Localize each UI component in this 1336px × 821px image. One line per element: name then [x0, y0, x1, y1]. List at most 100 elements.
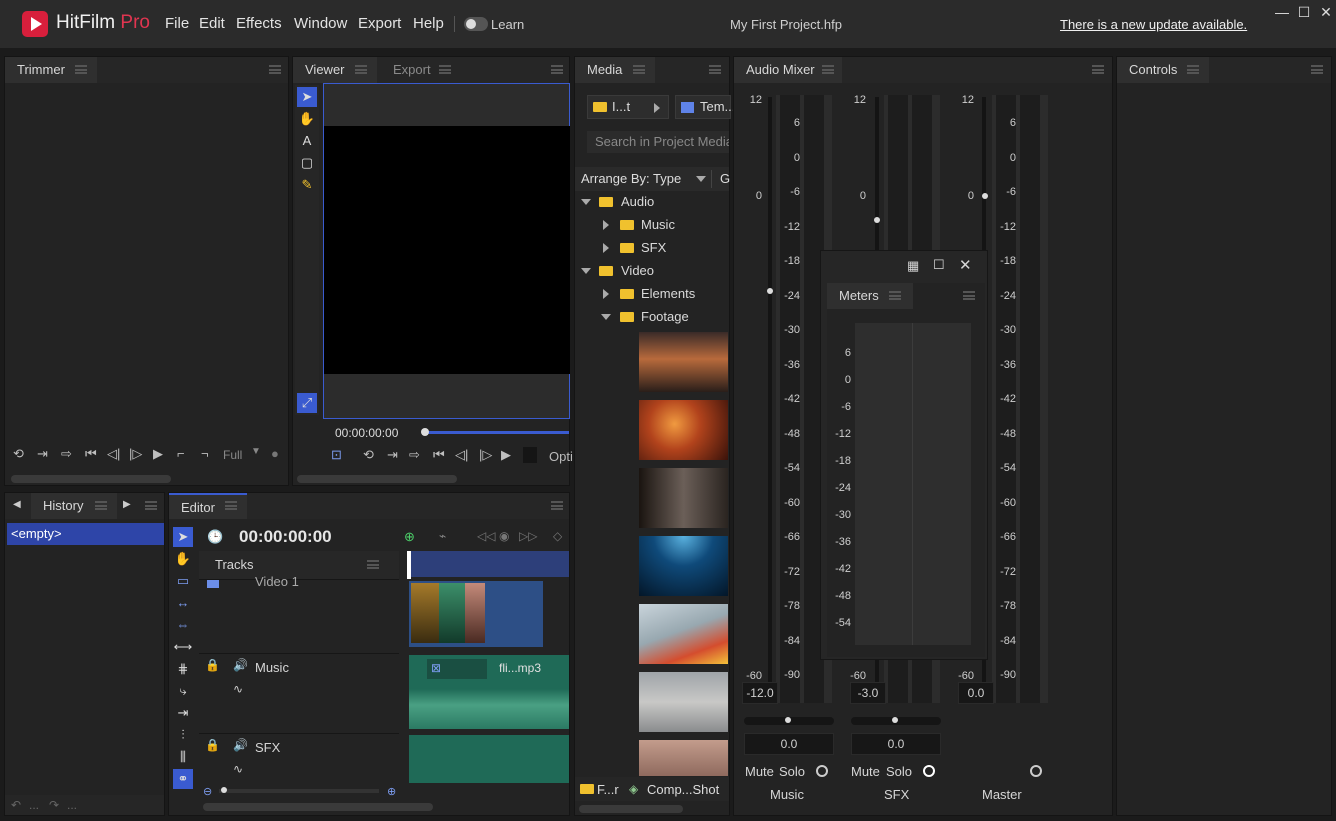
step-forward-icon[interactable]: |▷ [479, 447, 492, 463]
mute-button[interactable]: Mute [851, 764, 880, 779]
motion-path-icon[interactable]: ⤢ [297, 393, 317, 413]
go-start-icon[interactable]: ⏮ [433, 447, 445, 463]
select-tool-icon[interactable]: ➤ [297, 87, 317, 107]
undo-icon[interactable]: ↶ [11, 798, 21, 812]
text-tool-icon[interactable]: A [297, 131, 317, 151]
media-thumbnail[interactable] [639, 536, 728, 596]
zoom-slider[interactable] [219, 789, 379, 793]
roll-tool-icon[interactable]: ⋕ [173, 659, 193, 679]
speaker-icon[interactable]: 🔊 [233, 738, 248, 752]
options-label[interactable]: Opti [549, 449, 573, 464]
snap-icon[interactable]: ⊡ [331, 447, 342, 463]
tree-item-audio[interactable]: Audio [575, 191, 729, 213]
chevron-down-icon[interactable] [581, 268, 591, 274]
redo-label[interactable]: ... [67, 798, 77, 812]
hand-tool-icon[interactable]: ✋ [173, 549, 193, 569]
play-icon[interactable]: ▶ [153, 446, 163, 462]
new-folder-label[interactable]: F...r [597, 782, 619, 797]
redo-icon[interactable]: ↷ [49, 798, 59, 812]
tab-scroll-right-icon[interactable]: ▶ [123, 499, 131, 510]
chevron-right-icon[interactable] [603, 243, 609, 253]
record-arm-radio[interactable] [816, 765, 828, 777]
slip-tool-icon[interactable]: ↔ [173, 593, 193, 613]
mark-out-icon[interactable]: ¬ [201, 446, 209, 461]
tab-menu-icon[interactable] [633, 65, 645, 74]
tree-item-footage[interactable]: Footage [575, 306, 729, 328]
playhead[interactable] [407, 551, 411, 579]
timeline-ruler[interactable] [407, 551, 569, 579]
tab-menu-icon[interactable] [225, 501, 237, 510]
snapping-tool-icon[interactable]: ⫼ [173, 747, 193, 767]
lock-icon[interactable] [207, 580, 219, 588]
step-back-icon[interactable]: ◁| [455, 447, 468, 463]
panel-menu-icon[interactable] [145, 501, 157, 510]
keyframe-icon[interactable]: ◇ [553, 529, 562, 543]
tab-menu-icon[interactable] [889, 291, 901, 300]
prev-keyframe-icon[interactable]: ◁◁ [477, 529, 495, 543]
viewer-scrub-bar[interactable] [423, 431, 569, 434]
chevron-right-icon[interactable] [603, 289, 609, 299]
grid-icon[interactable]: ▦ [907, 258, 919, 274]
quality-select[interactable]: Full [223, 448, 242, 462]
loop-icon[interactable]: ⟲ [13, 446, 24, 462]
zoom-in-icon[interactable]: ⊕ [387, 785, 396, 798]
pen-tool-icon[interactable]: ✎ [297, 175, 317, 195]
fader-handle[interactable] [874, 217, 880, 223]
audio-clip[interactable]: ⊠ fli...mp3 [409, 655, 569, 729]
record-arm-radio[interactable] [1030, 765, 1042, 777]
tree-item-music[interactable]: Music [575, 214, 729, 236]
go-start-icon[interactable]: ⏮ [85, 446, 97, 462]
add-track-icon[interactable]: ⊕ [404, 529, 415, 545]
menu-help[interactable]: Help [413, 15, 444, 32]
track-select-icon[interactable]: ⇥ [173, 703, 193, 723]
zoom-out-icon[interactable]: ⊖ [203, 785, 212, 798]
rectangle-tool-icon[interactable]: ▢ [297, 153, 317, 173]
pan-value[interactable]: 0.0 [851, 733, 941, 755]
pan-value[interactable]: 0.0 [744, 733, 834, 755]
snapshot-icon[interactable]: ● [271, 446, 279, 461]
chevron-down-icon[interactable] [601, 314, 611, 320]
tab-menu-icon[interactable] [95, 501, 107, 510]
new-composite-label[interactable]: Comp...Shot [647, 782, 719, 797]
close-icon[interactable]: ✕ [959, 256, 972, 274]
panel-menu-icon[interactable] [1092, 65, 1104, 74]
viewer-playhead[interactable] [421, 428, 429, 436]
waveform-toggle-icon[interactable]: ∿ [233, 762, 243, 776]
panel-menu-icon[interactable] [709, 65, 721, 74]
channel-level[interactable]: -3.0 [850, 682, 886, 704]
media-thumbnail[interactable] [639, 400, 728, 460]
editor-timecode[interactable]: 00:00:00:00 [239, 527, 332, 547]
trimmer-scrollbar[interactable] [11, 475, 171, 483]
rate-stretch-icon[interactable]: ⤷ [173, 681, 193, 701]
sfx-clip[interactable] [409, 735, 569, 783]
breadcrumb-project[interactable]: I...t [587, 95, 669, 119]
new-folder-icon[interactable] [580, 784, 594, 794]
tab-scroll-left-icon[interactable]: ◀ [13, 499, 21, 510]
panel-menu-icon[interactable] [963, 291, 975, 300]
chevron-right-icon[interactable] [603, 220, 609, 230]
link-tool-icon[interactable]: ⚭ [173, 769, 193, 789]
tree-item-sfx[interactable]: SFX [575, 237, 729, 259]
panel-menu-icon[interactable] [1311, 65, 1323, 74]
media-search-input[interactable]: Search in Project Media [587, 131, 729, 153]
new-composite-icon[interactable]: ◈ [629, 782, 638, 796]
maximize-icon[interactable]: ☐ [933, 257, 945, 273]
media-thumbnail[interactable] [639, 604, 728, 664]
mute-button[interactable]: Mute [745, 764, 774, 779]
breadcrumb-template[interactable]: Tem... [675, 95, 735, 119]
add-keyframe-icon[interactable]: ◉ [499, 529, 509, 543]
record-arm-radio[interactable] [923, 765, 935, 777]
overlay-icon[interactable]: ⇨ [409, 447, 420, 463]
media-thumbnail[interactable] [639, 332, 728, 392]
editor-scrollbar[interactable] [203, 803, 433, 811]
media-thumbnail[interactable] [639, 672, 728, 732]
menu-edit[interactable]: Edit [199, 15, 225, 32]
close-icon[interactable]: ✕ [1316, 4, 1336, 20]
maximize-icon[interactable]: ☐ [1294, 4, 1314, 20]
menu-file[interactable]: File [165, 15, 189, 32]
tab-menu-icon[interactable] [439, 65, 451, 74]
lock-icon[interactable]: 🔒 [205, 738, 220, 752]
loop-icon[interactable]: ⟲ [363, 447, 374, 463]
insert-icon[interactable]: ⇥ [37, 446, 48, 462]
mixer-tool-icon[interactable]: ⫶ [173, 725, 193, 745]
